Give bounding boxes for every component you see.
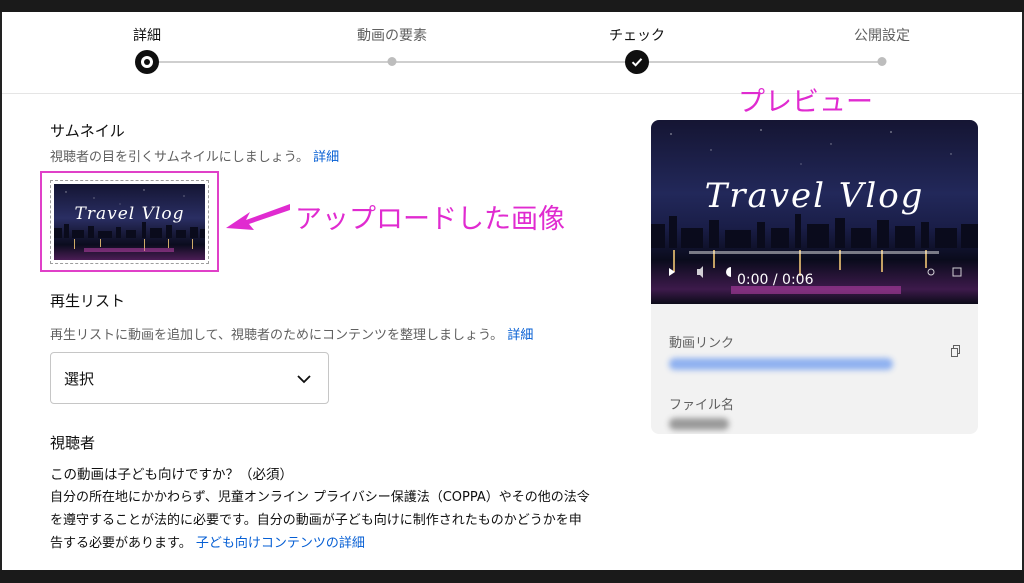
playlist-select[interactable]: 選択 <box>50 352 329 404</box>
file-name-value <box>669 418 729 430</box>
upload-dialog: 詳細 動画の要素 チェック 公開設定 サムネイル 視聴者の目を引くサムネイルにし… <box>0 12 1024 570</box>
video-link-value[interactable] <box>669 358 893 370</box>
video-time: 0:00 / 0:06 <box>737 272 814 288</box>
audience-description: 自分の所在地にかかわらず、児童オンライン プライバシー保護法（COPPA）やその… <box>50 490 590 551</box>
step-pending-icon <box>387 57 397 66</box>
copy-icon[interactable] <box>951 345 961 357</box>
annotation-uploaded-image: アップロードした画像 <box>295 204 565 235</box>
thumbnail-title-text: Travel Vlog <box>74 204 185 224</box>
playlist-learn-more-link[interactable]: 詳細 <box>507 328 533 343</box>
step-current-icon <box>135 50 159 74</box>
playlist-heading: 再生リスト <box>50 292 126 310</box>
thumbnail-image: Travel Vlog <box>54 184 205 260</box>
step-details[interactable]: 詳細 <box>133 25 161 45</box>
thumbnail-learn-more-link[interactable]: 詳細 <box>313 150 339 165</box>
chevron-down-icon <box>297 375 311 384</box>
video-player[interactable]: 0:00 / 0:06 Travel Vlog <box>651 120 978 304</box>
uploaded-thumbnail[interactable]: Travel Vlog <box>50 180 209 264</box>
kids-content-learn-more-link[interactable]: 子ども向けコンテンツの詳細 <box>196 536 365 551</box>
video-progress-bar[interactable] <box>689 251 939 254</box>
step-pending-icon <box>877 57 887 66</box>
video-link-label: 動画リンク <box>669 336 735 351</box>
preview-card: 0:00 / 0:06 Travel Vlog 動画リンク ファイル名 <box>651 120 978 434</box>
step-checks[interactable]: チェック <box>609 25 665 45</box>
stepper-track <box>147 61 882 63</box>
video-title-text: Travel Vlog <box>704 176 925 216</box>
step-visibility[interactable]: 公開設定 <box>854 25 910 45</box>
audience-question: この動画は子ども向けですか？（必須） <box>50 467 293 483</box>
audience-heading: 視聴者 <box>50 434 96 452</box>
file-name-label: ファイル名 <box>669 398 735 413</box>
step-check-icon <box>625 50 649 74</box>
playlist-select-value: 選択 <box>64 370 95 388</box>
playlist-description: 再生リストに動画を追加して、視聴者のためにコンテンツを整理しましょう。 詳細 <box>50 328 534 343</box>
step-video-elements[interactable]: 動画の要素 <box>357 25 427 45</box>
thumbnail-description: 視聴者の目を引くサムネイルにしましょう。 詳細 <box>50 150 340 165</box>
thumbnail-heading: サムネイル <box>50 122 125 140</box>
annotation-preview: プレビュー <box>738 87 873 118</box>
annotation-arrow-icon <box>226 204 290 230</box>
uploaded-thumbnail-highlight: Travel Vlog <box>40 171 219 272</box>
